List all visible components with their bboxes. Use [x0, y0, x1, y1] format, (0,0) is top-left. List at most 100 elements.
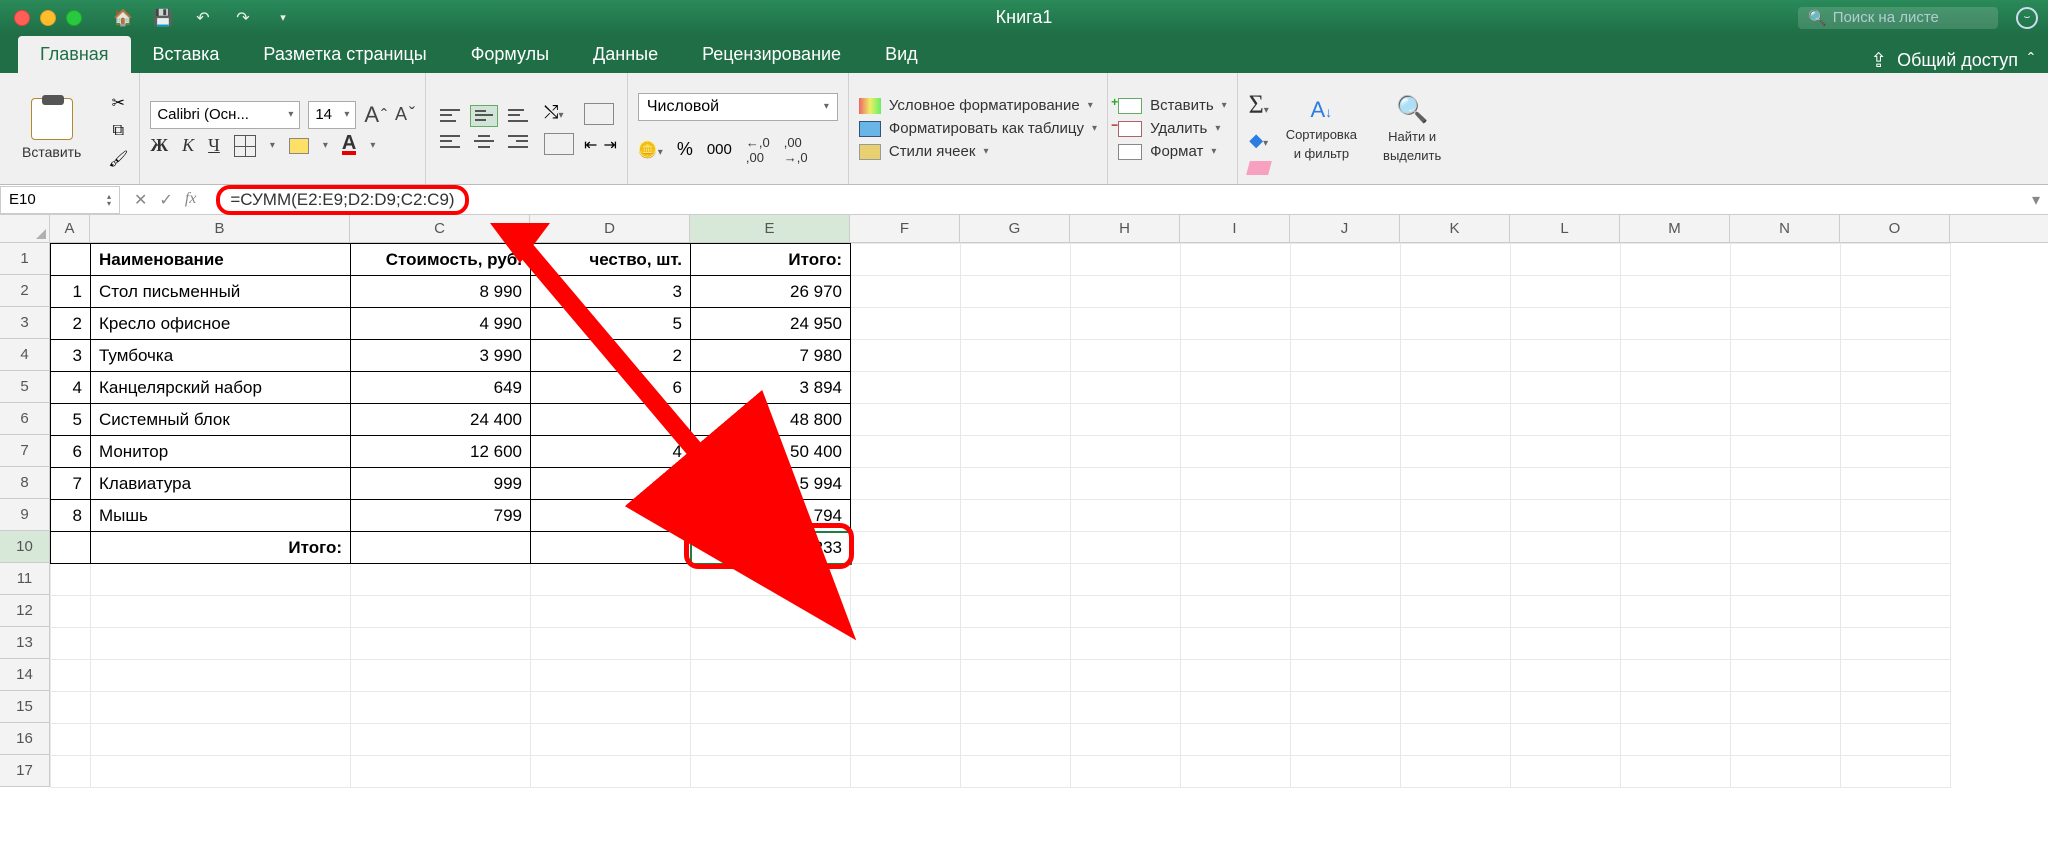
cell-styles-button[interactable]: Стили ячеек▾: [859, 143, 1097, 160]
footer-label[interactable]: Итого:: [91, 532, 351, 564]
share-button[interactable]: Общий доступ: [1897, 50, 2018, 71]
align-left-icon[interactable]: [436, 131, 464, 153]
increase-indent-icon[interactable]: ⇥: [603, 135, 616, 155]
tab-formulas[interactable]: Формулы: [449, 36, 571, 73]
row-header[interactable]: 9: [0, 499, 50, 531]
tab-view[interactable]: Вид: [863, 36, 940, 73]
row-header[interactable]: 15: [0, 691, 50, 723]
insert-cells-button[interactable]: Вставить▾: [1118, 97, 1227, 114]
format-painter-icon[interactable]: 🖌: [107, 149, 129, 169]
row-header[interactable]: 6: [0, 403, 50, 435]
tab-data[interactable]: Данные: [571, 36, 680, 73]
font-family-select[interactable]: Calibri (Осн...▾: [150, 101, 300, 129]
row-header[interactable]: 8: [0, 467, 50, 499]
clear-icon[interactable]: [1246, 161, 1272, 175]
formula-input[interactable]: =СУММ(E2:E9;D2:D9;C2:C9): [210, 185, 2024, 215]
cell[interactable]: Стоимость, руб.: [351, 244, 531, 276]
align-center-icon[interactable]: [470, 131, 498, 153]
row-header[interactable]: 7: [0, 435, 50, 467]
find-select-button[interactable]: 🔍 Найти ивыделить: [1373, 90, 1451, 167]
paste-button[interactable]: Вставить: [22, 144, 81, 160]
bold-button[interactable]: Ж: [150, 135, 168, 156]
merge-cells-icon[interactable]: [584, 103, 614, 125]
col-header[interactable]: F: [850, 215, 960, 242]
minimize-window-icon[interactable]: [40, 10, 56, 26]
col-header[interactable]: M: [1620, 215, 1730, 242]
row-header[interactable]: 10: [0, 531, 50, 563]
selected-cell[interactable]: 231 233: [691, 532, 851, 564]
col-header[interactable]: C: [350, 215, 530, 242]
row-header[interactable]: 1: [0, 243, 50, 275]
row-header[interactable]: 13: [0, 627, 50, 659]
wrap-text-icon[interactable]: [544, 133, 574, 155]
col-header[interactable]: H: [1070, 215, 1180, 242]
font-size-select[interactable]: 14▾: [308, 101, 356, 129]
qat-customize-icon[interactable]: ▾: [272, 7, 294, 29]
copy-icon[interactable]: ⧉: [107, 121, 129, 141]
decrease-indent-icon[interactable]: ⇤: [584, 135, 597, 155]
expand-formula-bar-icon[interactable]: ▾: [2024, 190, 2048, 210]
fx-icon[interactable]: fx: [185, 190, 197, 210]
col-header[interactable]: J: [1290, 215, 1400, 242]
col-header[interactable]: K: [1400, 215, 1510, 242]
borders-icon[interactable]: [234, 135, 256, 157]
align-bottom-icon[interactable]: [504, 105, 532, 127]
font-color-icon[interactable]: A: [342, 136, 356, 155]
percent-icon[interactable]: %: [677, 139, 693, 160]
row-header[interactable]: 17: [0, 755, 50, 787]
autosum-icon[interactable]: Σ▾: [1249, 90, 1269, 120]
search-input[interactable]: 🔍 Поиск на листе: [1798, 7, 1998, 29]
select-all-corner[interactable]: [0, 215, 50, 242]
align-middle-icon[interactable]: [470, 105, 498, 127]
cell[interactable]: Итого:: [691, 244, 851, 276]
italic-button[interactable]: К: [182, 135, 194, 156]
col-header[interactable]: B: [90, 215, 350, 242]
confirm-formula-icon[interactable]: ✓: [159, 190, 172, 210]
row-header[interactable]: 3: [0, 307, 50, 339]
row-header[interactable]: 12: [0, 595, 50, 627]
cancel-formula-icon[interactable]: ✕: [134, 190, 147, 210]
increase-font-icon[interactable]: Aˆ: [364, 102, 387, 128]
decrease-font-icon[interactable]: Aˇ: [395, 104, 415, 125]
col-header[interactable]: I: [1180, 215, 1290, 242]
col-header[interactable]: O: [1840, 215, 1950, 242]
row-header[interactable]: 2: [0, 275, 50, 307]
redo-icon[interactable]: ↷: [232, 7, 254, 29]
feedback-icon[interactable]: ⌣: [2016, 7, 2038, 29]
underline-button[interactable]: Ч: [208, 135, 220, 156]
col-header[interactable]: A: [50, 215, 90, 242]
format-cells-button[interactable]: Формат▾: [1118, 143, 1227, 160]
tab-home[interactable]: Главная: [18, 36, 131, 73]
cells-table[interactable]: Наименование Стоимость, руб. чество, шт.…: [50, 243, 1951, 788]
currency-icon[interactable]: 🪙▾: [638, 140, 663, 160]
delete-cells-button[interactable]: Удалить▾: [1118, 120, 1227, 137]
tab-insert[interactable]: Вставка: [131, 36, 242, 73]
cut-icon[interactable]: ✂: [107, 93, 129, 113]
row-header[interactable]: 16: [0, 723, 50, 755]
save-icon[interactable]: 💾: [152, 7, 174, 29]
row-header[interactable]: 4: [0, 339, 50, 371]
collapse-ribbon-icon[interactable]: ˆ: [2028, 50, 2034, 71]
col-header[interactable]: N: [1730, 215, 1840, 242]
undo-icon[interactable]: ↶: [192, 7, 214, 29]
format-as-table-button[interactable]: Форматировать как таблицу▾: [859, 120, 1097, 137]
name-box[interactable]: E10 ▴▾: [0, 186, 120, 214]
increase-decimal-icon[interactable]: ←,0,00: [746, 135, 770, 165]
tab-review[interactable]: Рецензирование: [680, 36, 863, 73]
paste-icon[interactable]: [31, 98, 73, 140]
cell[interactable]: чество, шт.: [531, 244, 691, 276]
fill-icon[interactable]: ◆▾: [1249, 130, 1268, 151]
spreadsheet-grid[interactable]: A B C D E F G H I J K L M N O 1 2 3 4 5 …: [0, 215, 2048, 788]
number-format-select[interactable]: Числовой▾: [638, 93, 838, 121]
row-header[interactable]: 11: [0, 563, 50, 595]
close-window-icon[interactable]: [14, 10, 30, 26]
row-header[interactable]: 5: [0, 371, 50, 403]
sort-filter-button[interactable]: A↓ Сортировкаи фильтр: [1276, 93, 1367, 165]
col-header[interactable]: G: [960, 215, 1070, 242]
row-header[interactable]: 14: [0, 659, 50, 691]
conditional-formatting-button[interactable]: Условное форматирование▾: [859, 97, 1097, 114]
decrease-decimal-icon[interactable]: ,00→,0: [784, 135, 808, 165]
orientation-icon[interactable]: ⤭▾: [544, 102, 574, 123]
tab-page-layout[interactable]: Разметка страницы: [241, 36, 448, 73]
col-header[interactable]: D: [530, 215, 690, 242]
